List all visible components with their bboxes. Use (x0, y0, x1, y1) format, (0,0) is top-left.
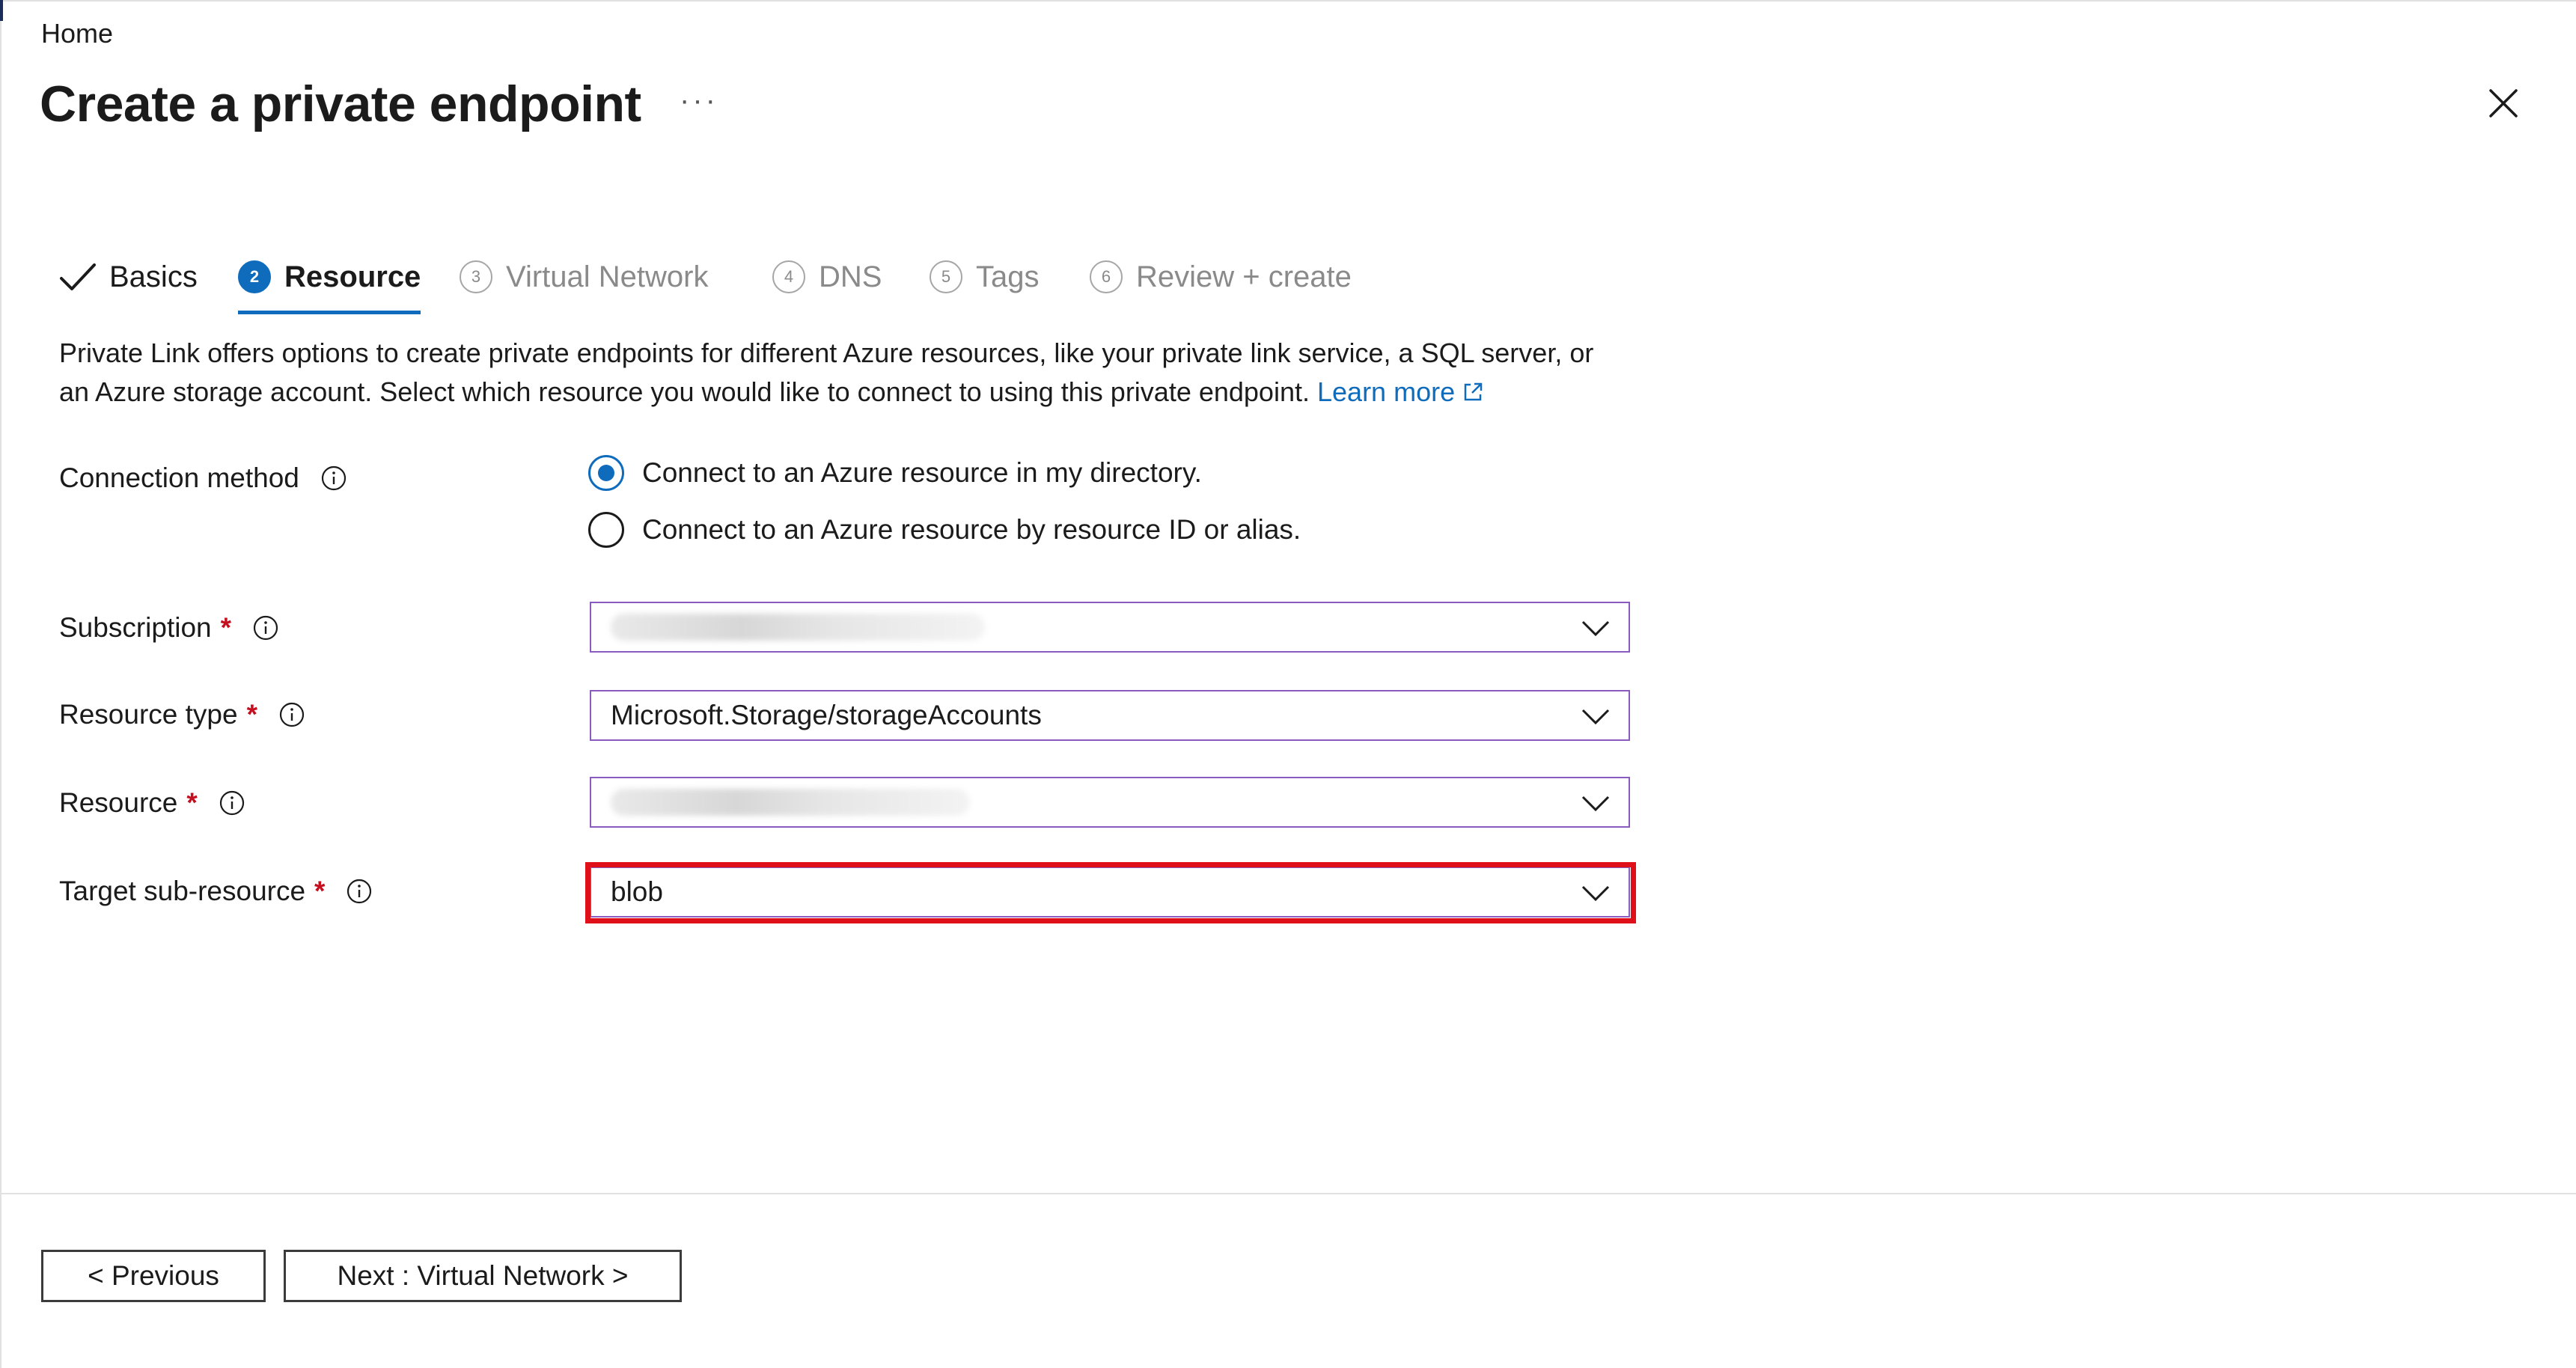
info-icon[interactable] (320, 465, 347, 492)
chevron-down-icon (1581, 709, 1610, 725)
tab-review-create[interactable]: 6 Review + create (1090, 245, 1352, 308)
external-link-icon[interactable] (1461, 380, 1485, 404)
step-number: 4 (772, 260, 805, 293)
connection-method-label: Connection method (59, 462, 347, 494)
footer-divider (0, 1193, 2576, 1194)
window-frame (0, 0, 2576, 1368)
tab-virtual-network-label: Virtual Network (506, 260, 709, 293)
description-line-2: an Azure storage account. Select which r… (59, 373, 1706, 412)
target-sub-resource-dropdown[interactable]: blob (590, 867, 1630, 917)
resource-text: Resource (59, 787, 178, 818)
tab-virtual-network[interactable]: 3 Virtual Network (460, 245, 708, 308)
resource-type-dropdown[interactable]: Microsoft.Storage/storageAccounts (590, 690, 1630, 741)
target-sub-resource-label: Target sub-resource * (59, 876, 373, 907)
required-asterisk: * (220, 612, 232, 643)
radio-connect-resource-id[interactable]: Connect to an Azure resource by resource… (588, 512, 1301, 548)
description-line-1: Private Link offers options to create pr… (59, 338, 1594, 368)
step-number: 2 (238, 260, 271, 293)
resource-type-value: Microsoft.Storage/storageAccounts (611, 700, 1042, 730)
info-icon[interactable] (278, 701, 305, 728)
tab-basics[interactable]: Basics (58, 245, 198, 308)
wizard-tabs: Basics 2 Resource 3 Virtual Network 4 DN… (58, 245, 1480, 314)
tab-basics-label: Basics (109, 260, 198, 293)
resource-label: Resource * (59, 787, 245, 819)
breadcrumb-home[interactable]: Home (41, 18, 113, 49)
subscription-text: Subscription (59, 612, 212, 643)
info-icon[interactable] (219, 790, 245, 816)
resource-type-label: Resource type * (59, 699, 305, 730)
page-title: Create a private endpoint (40, 76, 641, 132)
check-icon (60, 263, 96, 290)
radio-button[interactable] (588, 512, 624, 548)
radio-connect-resource-id-label: Connect to an Azure resource by resource… (642, 514, 1301, 545)
radio-connect-directory[interactable]: Connect to an Azure resource in my direc… (588, 455, 1202, 491)
previous-button[interactable]: < Previous (41, 1250, 266, 1302)
redacted-value (611, 789, 970, 816)
radio-button-selected[interactable] (588, 455, 624, 491)
chevron-down-icon (1581, 796, 1610, 812)
tab-tags-label: Tags (976, 260, 1040, 293)
close-icon[interactable] (2486, 86, 2521, 120)
required-asterisk: * (314, 876, 326, 906)
target-sub-resource-value: blob (611, 876, 663, 907)
description-line-2-text: an Azure storage account. Select which r… (59, 376, 1310, 407)
info-icon[interactable] (252, 614, 279, 641)
connection-method-text: Connection method (59, 462, 299, 493)
step-number: 5 (930, 260, 962, 293)
tab-resource-label: Resource (284, 260, 421, 293)
chevron-down-icon (1581, 620, 1610, 637)
tab-dns-label: DNS (819, 260, 882, 293)
resource-dropdown[interactable] (590, 777, 1630, 828)
info-icon[interactable] (346, 878, 373, 905)
tab-review-create-label: Review + create (1136, 260, 1352, 293)
target-sub-resource-text: Target sub-resource (59, 876, 306, 906)
tab-resource[interactable]: 2 Resource (238, 245, 421, 314)
step-number: 3 (460, 260, 492, 293)
redacted-value (611, 614, 985, 641)
next-virtual-network-button[interactable]: Next : Virtual Network > (284, 1250, 682, 1302)
learn-more-link[interactable]: Learn more (1317, 376, 1455, 407)
tab-tags[interactable]: 5 Tags (930, 245, 1040, 308)
tab-dns[interactable]: 4 DNS (772, 245, 882, 308)
step-number: 6 (1090, 260, 1123, 293)
subscription-dropdown[interactable] (590, 602, 1630, 653)
resource-type-text: Resource type (59, 699, 238, 730)
subscription-label: Subscription * (59, 612, 279, 644)
chevron-down-icon (1581, 885, 1610, 902)
more-options-button[interactable]: ··· (680, 84, 718, 117)
radio-connect-directory-label: Connect to an Azure resource in my direc… (642, 457, 1202, 488)
corner-mark (0, 0, 3, 21)
required-asterisk: * (246, 699, 257, 730)
description: Private Link offers options to create pr… (59, 334, 1706, 412)
required-asterisk: * (186, 787, 198, 818)
